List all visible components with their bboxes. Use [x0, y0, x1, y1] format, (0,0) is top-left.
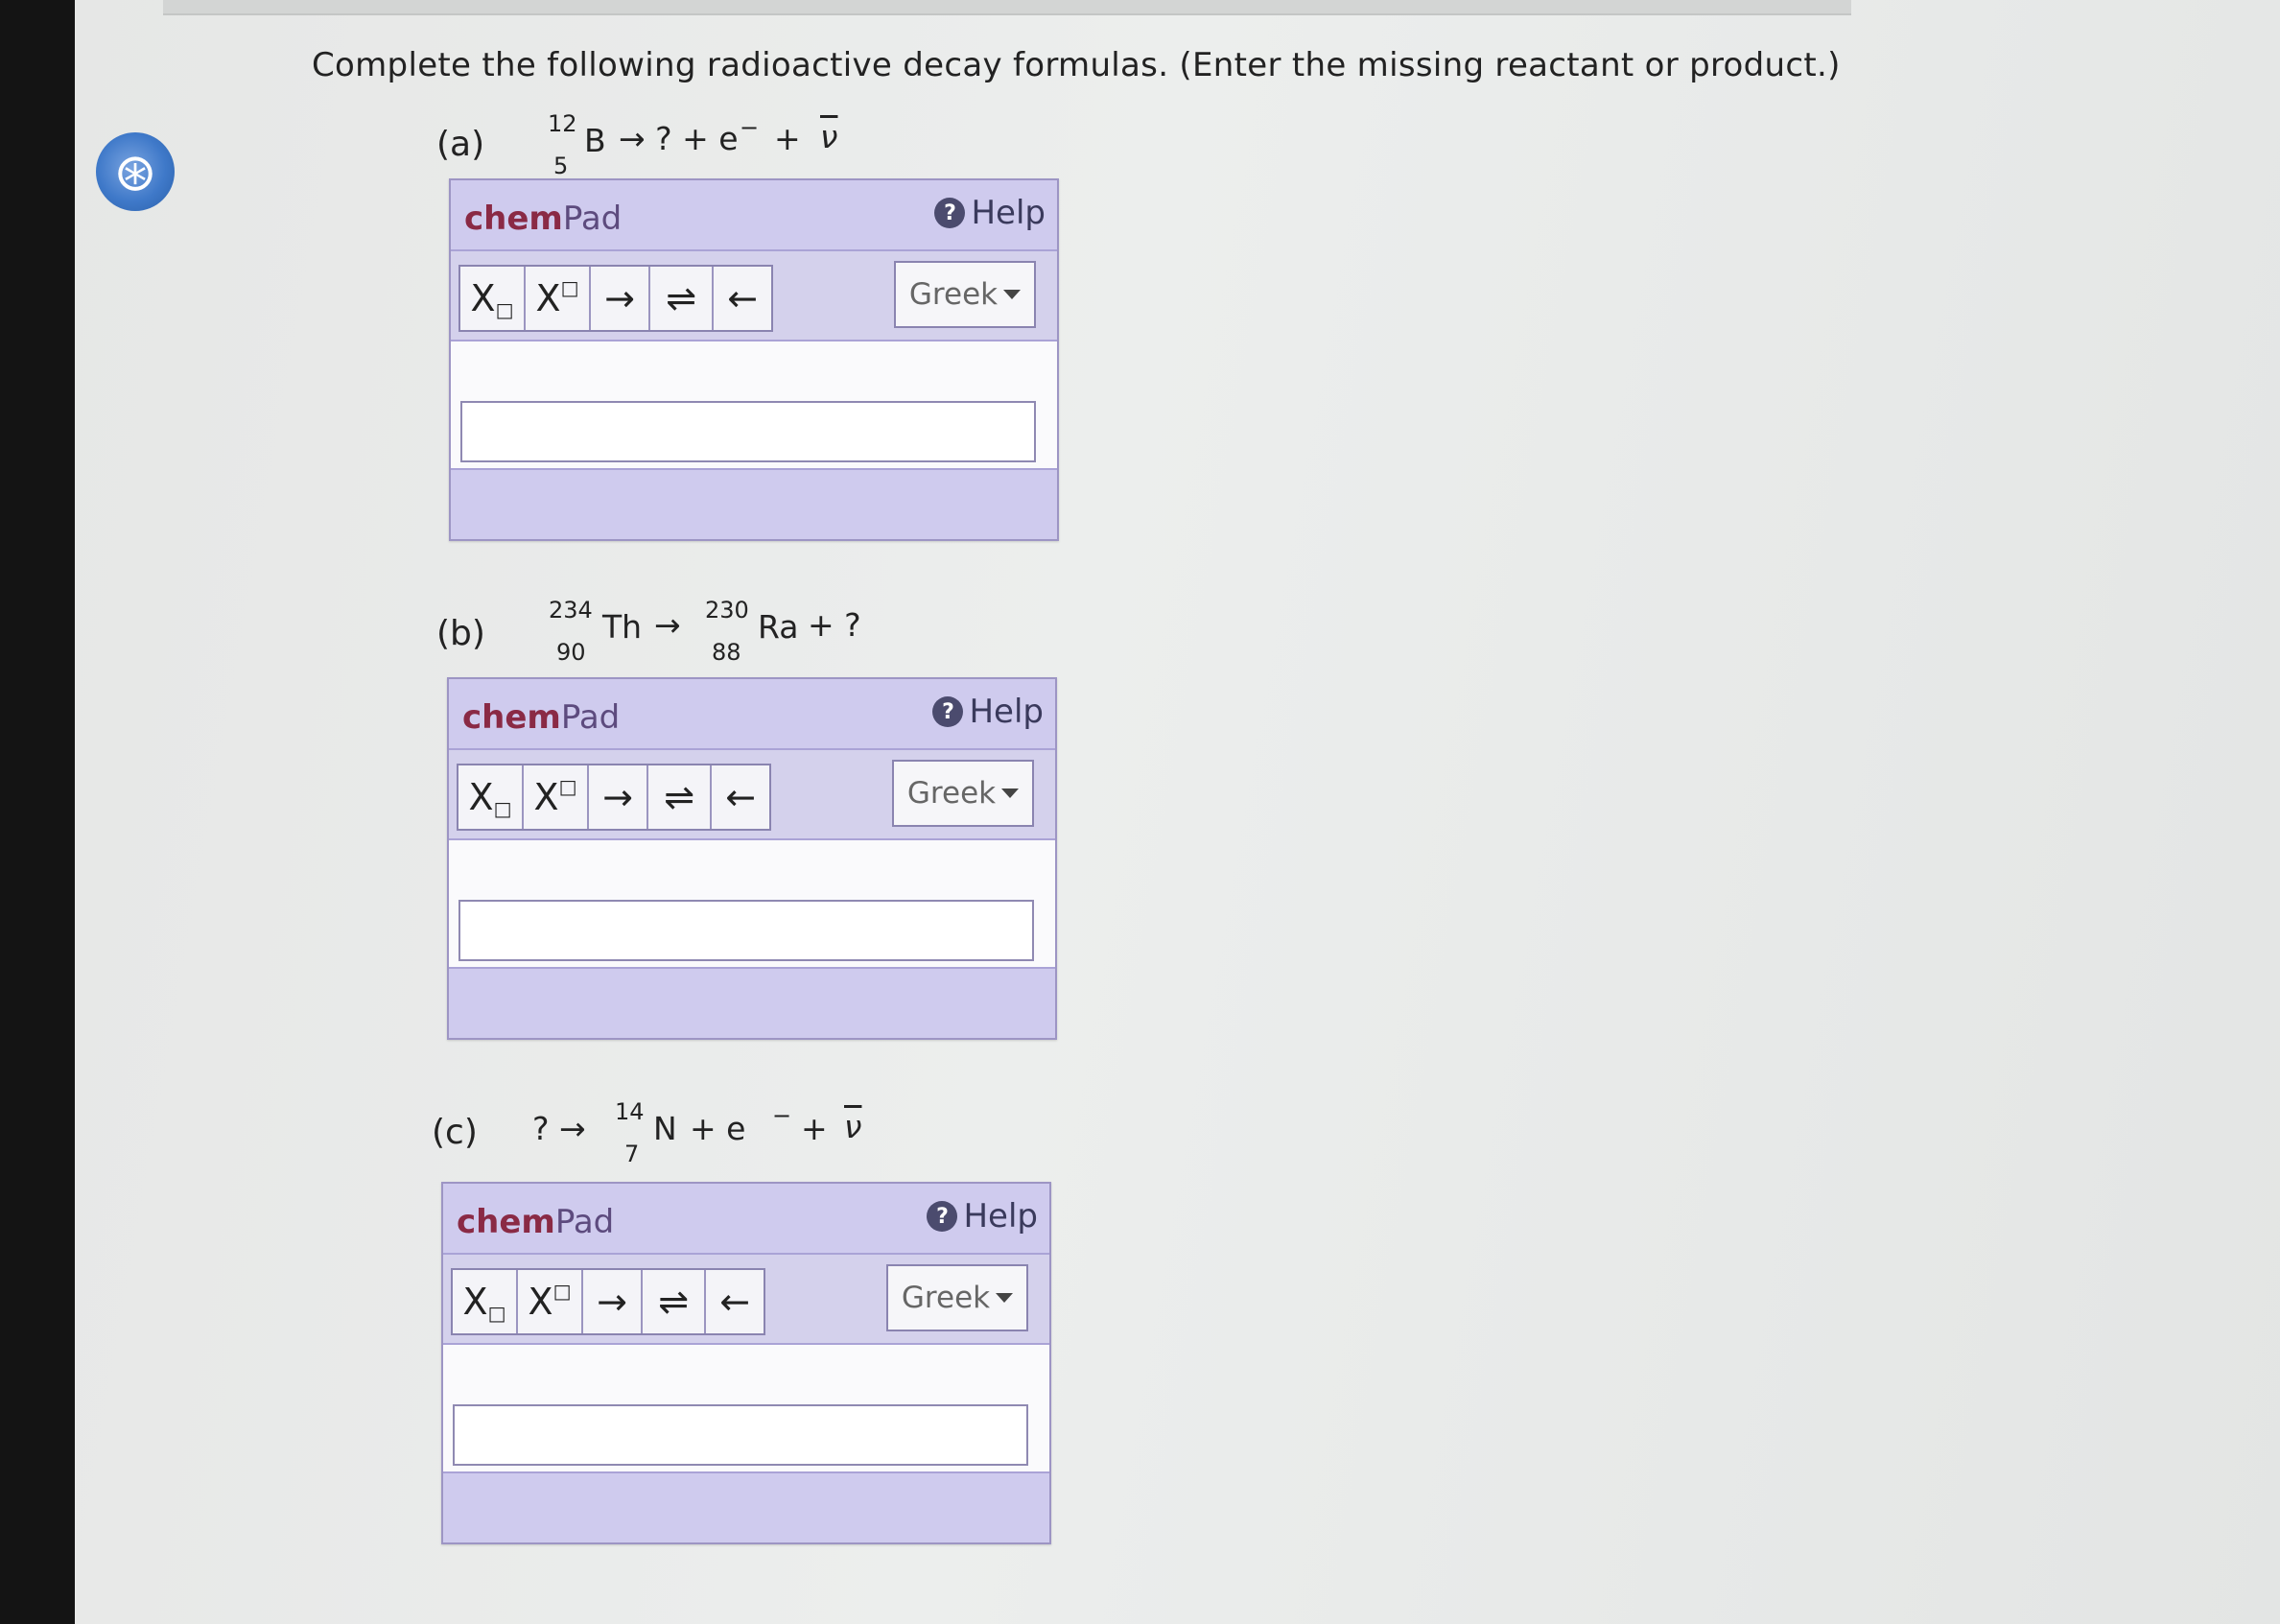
equation-rest: + ?	[808, 606, 861, 644]
app-logo-icon: ⊛	[96, 132, 175, 211]
part-a-label: (a)	[436, 125, 485, 164]
chevron-down-icon	[996, 1293, 1014, 1303]
backspace-button[interactable]: ←	[712, 765, 769, 829]
subscript-button[interactable]: X □	[460, 267, 526, 330]
chempad-c: chemPad ? Help X □ X □ → ⇌ ← Greek	[441, 1182, 1051, 1544]
help-button[interactable]: ? Help	[932, 693, 1044, 731]
backspace-button[interactable]: ←	[714, 267, 771, 330]
backspace-button[interactable]: ←	[706, 1270, 764, 1333]
arrow-button[interactable]: →	[589, 765, 648, 829]
tool-group: X □ X □ → ⇌ ←	[451, 1268, 765, 1335]
help-icon: ?	[927, 1201, 958, 1232]
superscript-button[interactable]: X □	[518, 1270, 583, 1333]
part-b-equation: 234 90 Th → 230 88 Ra + ?	[547, 597, 892, 683]
element-symbol: B	[584, 122, 606, 159]
superscript-button[interactable]: X □	[526, 267, 591, 330]
chempad-body	[443, 1345, 1049, 1471]
atomic-number-1: 90	[556, 639, 586, 666]
chempad-title: chemPad	[462, 698, 621, 737]
chempad-footer	[443, 1471, 1049, 1542]
answer-input-c[interactable]	[453, 1404, 1028, 1466]
atomic-number-2: 88	[712, 639, 741, 666]
chempad-header: chemPad ? Help	[443, 1184, 1049, 1255]
help-label: Help	[969, 693, 1044, 731]
arrow-button[interactable]: →	[591, 267, 650, 330]
monitor-bezel	[0, 0, 75, 1624]
superscript-button[interactable]: X □	[524, 765, 589, 829]
chevron-down-icon	[1003, 290, 1022, 299]
chempad-body	[451, 341, 1057, 468]
mass-number: 12	[548, 110, 577, 137]
chempad-toolbar: X □ X □ → ⇌ ← Greek	[443, 1255, 1049, 1345]
antineutrino-symbol: ν	[844, 1108, 862, 1145]
element-symbol: N	[653, 1110, 677, 1147]
chevron-down-icon	[1001, 788, 1020, 798]
help-icon: ?	[934, 198, 966, 228]
subscript-button[interactable]: X □	[453, 1270, 518, 1333]
atomic-number: 5	[553, 153, 569, 179]
tool-group: X □ X □ → ⇌ ←	[457, 764, 771, 831]
mass-number-2: 230	[705, 597, 749, 624]
equilibrium-button[interactable]: ⇌	[648, 765, 712, 829]
chempad-footer	[449, 967, 1055, 1038]
element-symbol-2: Ra	[758, 608, 799, 646]
page-content	[75, 0, 2280, 1624]
chempad-title: chemPad	[457, 1203, 615, 1241]
reaction-arrow: →	[654, 606, 681, 644]
electron-charge: −	[772, 1102, 792, 1129]
part-b-label: (b)	[436, 614, 485, 653]
atomic-number: 7	[624, 1141, 640, 1167]
chempad-header: chemPad ? Help	[449, 679, 1055, 750]
plus-sign: +	[774, 120, 801, 157]
chempad-footer	[451, 468, 1057, 539]
chempad-toolbar: X □ X □ → ⇌ ← Greek	[451, 251, 1057, 341]
equation-rest: + e	[690, 1110, 746, 1147]
help-label: Help	[971, 194, 1046, 232]
arrow-button[interactable]: →	[583, 1270, 643, 1333]
mass-number-1: 234	[549, 597, 593, 624]
chempad-a: chemPad ? Help X □ X □ → ⇌ ← Greek	[449, 178, 1059, 541]
help-button[interactable]: ? Help	[934, 194, 1046, 232]
mass-number: 14	[615, 1098, 645, 1125]
equation-lead: ? →	[532, 1110, 586, 1147]
antineutrino-symbol: ν	[820, 118, 838, 155]
answer-input-b[interactable]	[458, 900, 1034, 961]
chempad-toolbar: X □ X □ → ⇌ ← Greek	[449, 750, 1055, 840]
greek-dropdown[interactable]: Greek	[892, 760, 1034, 827]
instructions-text: Complete the following radioactive decay…	[312, 46, 1841, 84]
equilibrium-button[interactable]: ⇌	[643, 1270, 706, 1333]
subscript-button[interactable]: X □	[458, 765, 524, 829]
greek-label: Greek	[908, 277, 999, 312]
answer-input-a[interactable]	[460, 401, 1036, 462]
greek-dropdown[interactable]: Greek	[886, 1264, 1028, 1331]
electron-charge: −	[740, 114, 760, 141]
equilibrium-button[interactable]: ⇌	[650, 267, 714, 330]
chempad-header: chemPad ? Help	[451, 180, 1057, 251]
help-label: Help	[963, 1197, 1038, 1236]
top-panel-edge	[163, 0, 1851, 15]
chempad-body	[449, 840, 1055, 967]
help-button[interactable]: ? Help	[927, 1197, 1038, 1236]
part-c-label: (c)	[432, 1113, 478, 1152]
greek-label: Greek	[906, 776, 997, 811]
help-icon: ?	[932, 696, 964, 727]
equation-rest: → ? + e	[619, 120, 739, 157]
chempad-title: chemPad	[464, 200, 623, 238]
greek-label: Greek	[901, 1281, 991, 1315]
chempad-b: chemPad ? Help X □ X □ → ⇌ ← Greek	[447, 677, 1057, 1040]
greek-dropdown[interactable]: Greek	[894, 261, 1036, 328]
tool-group: X □ X □ → ⇌ ←	[458, 265, 773, 332]
plus-sign: +	[801, 1110, 828, 1147]
element-symbol-1: Th	[602, 608, 643, 646]
part-c-equation: ? → 14 7 N + e − + ν	[532, 1098, 878, 1185]
